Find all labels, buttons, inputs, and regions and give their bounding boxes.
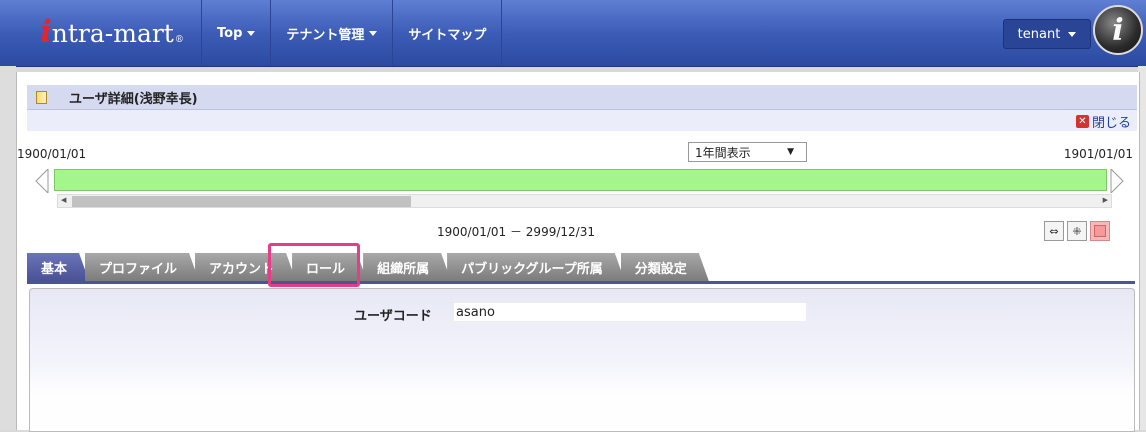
logo-mark: i (40, 14, 52, 50)
user-code-label: ユーザコード (354, 309, 432, 324)
timeline-next-arrow-icon[interactable] (1110, 169, 1124, 193)
delete-icon[interactable] (1090, 221, 1110, 241)
tab-underline (27, 281, 1135, 284)
close-label: 閉じる (1091, 116, 1131, 131)
close-button[interactable]: ✕ 閉じる (1075, 112, 1131, 131)
tab-label: 基本 (41, 261, 68, 277)
close-row: ✕ 閉じる (27, 110, 1137, 131)
tenant-dropdown-button[interactable]: tenant (1003, 19, 1091, 49)
chevron-down-icon (369, 30, 378, 36)
tab-category[interactable]: 分類設定 (621, 253, 709, 281)
period-select[interactable]: 1年間表示 ▼ (688, 142, 807, 162)
left-gutter (0, 66, 16, 430)
top-navigation-bar: i ntra-mart ® Top テナント管理 サイトマップ tenant i (0, 0, 1146, 67)
dropdown-arrow-icon: ▼ (787, 147, 794, 157)
scroll-right-icon[interactable]: ▶ (1103, 196, 1108, 204)
tab-label: 組織所属 (377, 261, 430, 277)
tab-basic[interactable]: 基本 (27, 253, 89, 281)
page-title: ユーザ詳細(浅野幸長) (69, 91, 198, 107)
timeline-end-date: 1901/01/01 (1063, 147, 1133, 161)
close-icon: ✕ (1075, 115, 1089, 128)
nav-sitemap[interactable]: サイトマップ (392, 0, 503, 66)
timeline-start-date: 1900/01/01 (17, 147, 87, 161)
scrollbar-thumb[interactable] (72, 196, 411, 207)
avatar-letter: i (1112, 12, 1124, 48)
role-tab-highlight (268, 243, 360, 287)
chevron-down-icon (247, 30, 256, 36)
tab-label: アカウント (209, 261, 275, 277)
scroll-left-icon[interactable]: ◀ (61, 196, 66, 204)
timeline-period-bar[interactable] (54, 169, 1107, 191)
tab-public-group[interactable]: パブリックグループ所属 (447, 253, 625, 281)
timeline (35, 169, 1124, 193)
chevron-down-icon (1068, 31, 1077, 37)
user-avatar[interactable]: i (1093, 5, 1143, 55)
logo-registered-mark: ® (174, 35, 184, 45)
main-nav: Top テナント管理 サイトマップ (201, 0, 503, 66)
timeline-prev-arrow-icon[interactable] (35, 169, 49, 193)
page-icon (36, 90, 47, 104)
logo-text: ntra-mart (51, 19, 174, 48)
tab-label: 分類設定 (634, 261, 687, 277)
split-icon[interactable]: ⁜ (1067, 221, 1087, 241)
intra-mart-logo[interactable]: i ntra-mart ® (40, 14, 184, 50)
expand-width-icon[interactable]: ⇔ (1044, 221, 1064, 241)
user-code-value: asano (454, 303, 806, 321)
nav-sitemap-label: サイトマップ (408, 27, 487, 43)
nav-top-label: Top (217, 25, 243, 41)
nav-tenant-admin-label: テナント管理 (286, 27, 365, 43)
period-select-value: 1年間表示 (695, 145, 751, 160)
tab-profile[interactable]: プロファイル (85, 253, 199, 281)
tab-label: プロファイル (99, 261, 178, 277)
tab-label: パブリックグループ所属 (461, 261, 603, 277)
period-range-text: 1900/01/01 － 2999/12/31 (437, 225, 595, 239)
timeline-scrollbar[interactable]: ◀ ▶ (57, 194, 1112, 208)
nav-tenant-admin-menu[interactable]: テナント管理 (270, 0, 392, 66)
tenant-label: tenant (1017, 26, 1061, 42)
content-panel: ユーザ詳細(浅野幸長) ✕ 閉じる 1900/01/01 1年間表示 ▼ 190… (16, 72, 1140, 432)
page-header: ユーザ詳細(浅野幸長) (27, 85, 1137, 110)
timeline-tools: ⇔ ⁜ (1044, 221, 1110, 241)
detail-tabs: 基本 プロファイル アカウント ロール 組織所属 パブリックグループ所属 分類設… (27, 253, 705, 281)
tab-organization[interactable]: 組織所属 (363, 253, 451, 281)
basic-form: ユーザコード asano (29, 288, 1135, 432)
nav-top-menu[interactable]: Top (201, 0, 270, 66)
